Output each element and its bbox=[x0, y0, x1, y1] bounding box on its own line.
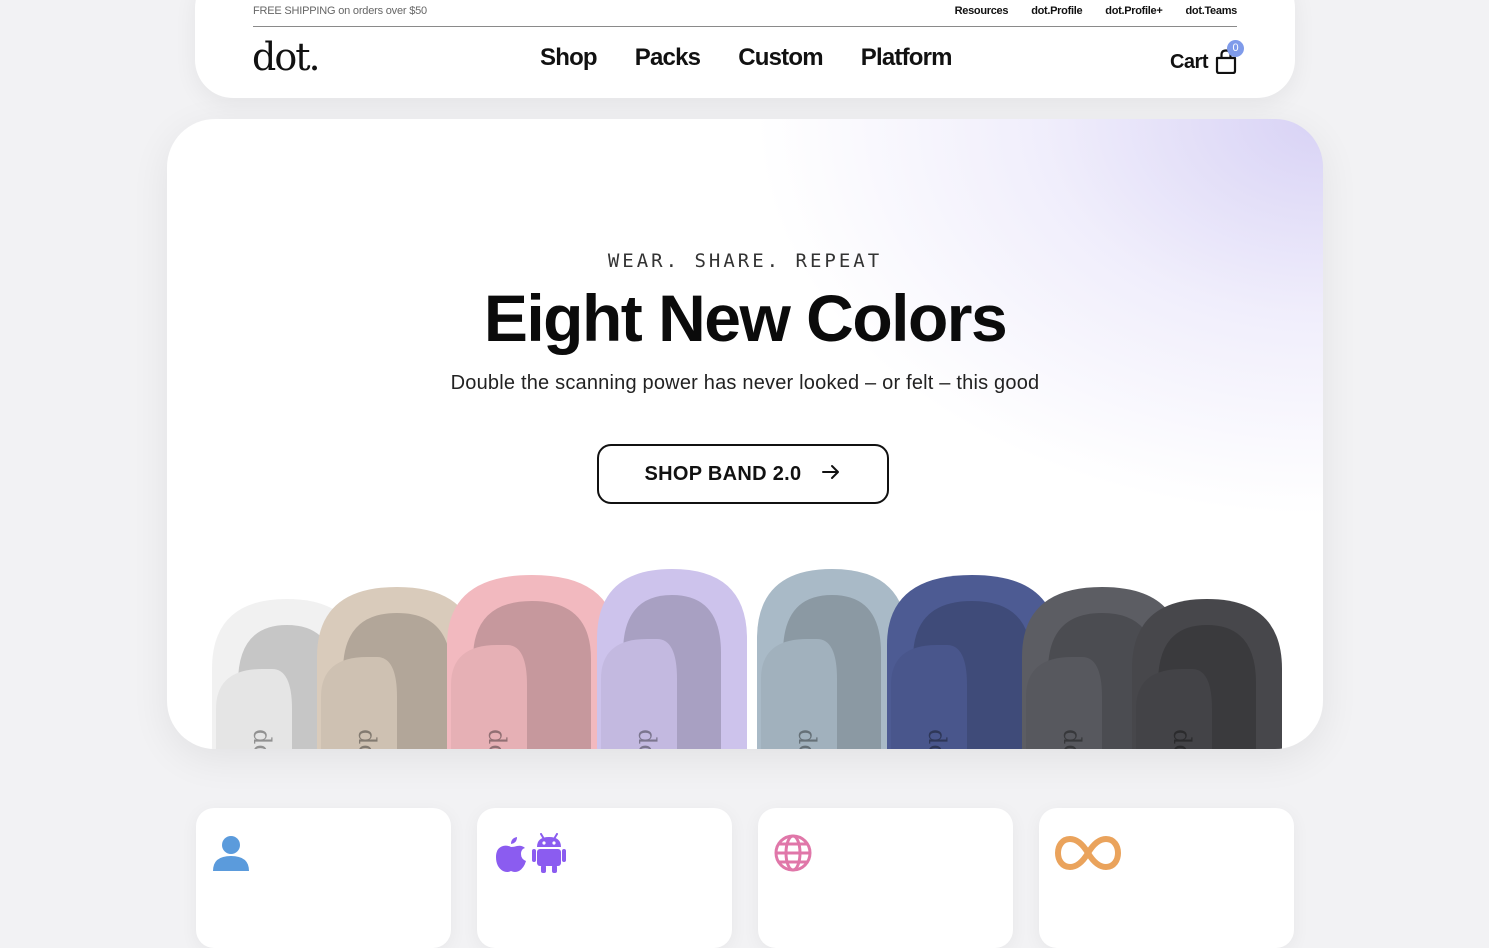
hero-title: Eight New Colors bbox=[483, 281, 1008, 355]
wristband-brand-label: dot. bbox=[793, 729, 821, 749]
feature-card-web[interactable] bbox=[758, 808, 1013, 948]
feature-card-profile[interactable] bbox=[196, 808, 451, 948]
nav-packs[interactable]: Packs bbox=[635, 44, 701, 72]
wristband-5: dot. bbox=[757, 569, 907, 749]
wristband-brand-label: dot. bbox=[353, 729, 381, 749]
top-link-dot-teams[interactable]: dot.Teams bbox=[1186, 5, 1238, 17]
wristband-8: dot. bbox=[1132, 599, 1282, 749]
shopping-bag-icon: 0 bbox=[1214, 40, 1244, 75]
wristband-brand-label: dot. bbox=[483, 729, 511, 749]
infinity-icon bbox=[1054, 833, 1122, 878]
top-link-resources[interactable]: Resources bbox=[955, 5, 1009, 17]
globe-icon bbox=[773, 833, 813, 878]
free-shipping-notice: FREE SHIPPING on orders over $50 bbox=[253, 5, 427, 17]
feature-card-apps[interactable] bbox=[477, 808, 732, 948]
wristband-brand-label: dot. bbox=[1058, 729, 1086, 749]
main-nav: Shop Packs Custom Platform bbox=[540, 44, 953, 72]
hero-banner: WEAR. SHARE. REPEAT Eight New Colors Dou… bbox=[167, 119, 1323, 749]
wristband-brand-label: dot. bbox=[633, 729, 661, 749]
cart-count-badge: 0 bbox=[1227, 40, 1244, 57]
wristband-3: dot. bbox=[447, 575, 617, 749]
nav-custom[interactable]: Custom bbox=[738, 44, 823, 72]
top-link-dot-profile[interactable]: dot.Profile bbox=[1031, 5, 1082, 17]
shop-band-label: SHOP BAND 2.0 bbox=[644, 462, 802, 485]
shop-band-button[interactable]: SHOP BAND 2.0 bbox=[597, 444, 889, 504]
nav-platform[interactable]: Platform bbox=[861, 44, 953, 72]
feature-card-unlimited[interactable] bbox=[1039, 808, 1294, 948]
cart-button[interactable]: Cart 0 bbox=[1169, 40, 1244, 75]
site-header: FREE SHIPPING on orders over $50 Resourc… bbox=[195, 0, 1295, 98]
hero-eyebrow: WEAR. SHARE. REPEAT bbox=[607, 250, 883, 272]
top-links: Resources dot.Profile dot.Profile+ dot.T… bbox=[955, 5, 1238, 17]
wristband-lineup-image: dot. dot. dot. dot. dot. dot. dot. dot. bbox=[212, 569, 1282, 749]
wristband-brand-label: dot. bbox=[248, 729, 276, 749]
top-link-dot-profile-plus[interactable]: dot.Profile+ bbox=[1105, 5, 1163, 17]
android-icon bbox=[532, 833, 566, 878]
cart-label: Cart bbox=[1169, 51, 1209, 73]
apple-icon bbox=[495, 833, 527, 878]
nav-shop[interactable]: Shop bbox=[540, 44, 598, 72]
user-icon bbox=[211, 833, 251, 878]
arrow-right-icon bbox=[821, 463, 841, 486]
logo[interactable]: dot. bbox=[252, 38, 321, 76]
hero-subtitle: Double the scanning power has never look… bbox=[450, 372, 1040, 394]
top-bar: FREE SHIPPING on orders over $50 Resourc… bbox=[253, 0, 1237, 27]
wristband-brand-label: dot. bbox=[1168, 729, 1196, 749]
wristband-brand-label: dot. bbox=[923, 729, 951, 749]
wristband-4: dot. bbox=[597, 569, 747, 749]
